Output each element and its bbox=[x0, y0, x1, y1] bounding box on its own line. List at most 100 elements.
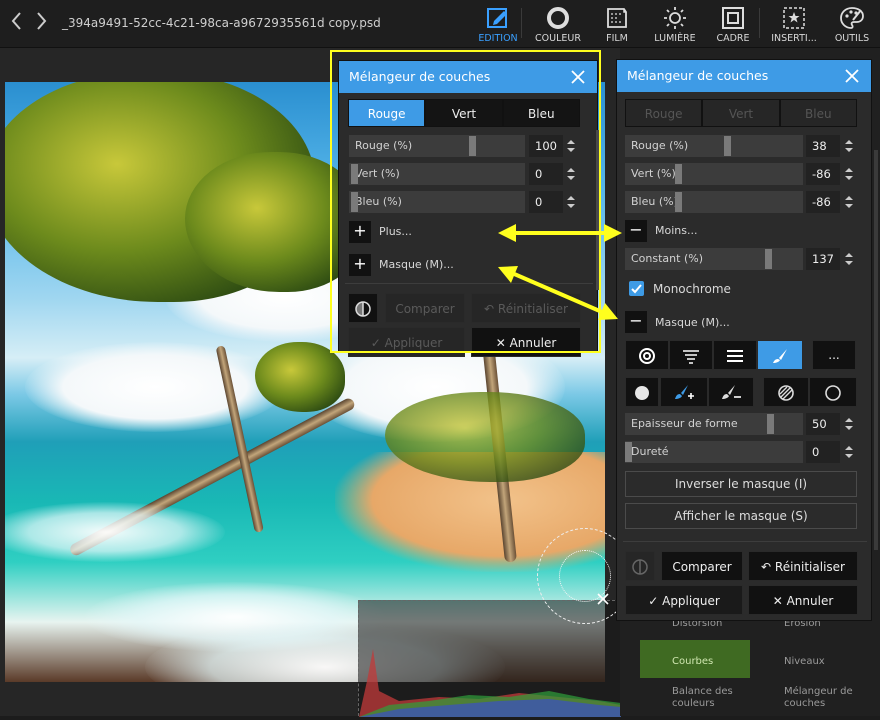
compare-button[interactable]: Comparer bbox=[661, 551, 743, 581]
plus-icon[interactable]: + bbox=[349, 221, 371, 243]
compare-split-button[interactable] bbox=[348, 293, 378, 323]
cancel-button[interactable]: ✕ Annuler bbox=[471, 327, 581, 357]
tab-bleu[interactable]: Bleu bbox=[779, 99, 857, 127]
value-shape-thickness[interactable]: 50 bbox=[806, 413, 840, 435]
compare-split-button[interactable] bbox=[625, 551, 655, 581]
sidebar-item-niveaux[interactable]: Niveaux bbox=[784, 656, 825, 667]
show-mask-button[interactable]: Afficher le masque (S) bbox=[625, 503, 857, 529]
close-icon[interactable] bbox=[843, 67, 861, 85]
brush-remove-button[interactable] bbox=[708, 377, 754, 407]
slider-vert[interactable]: Vert (%) bbox=[349, 163, 525, 185]
slider-thumb[interactable] bbox=[469, 136, 476, 156]
slider-rouge[interactable]: Rouge (%) bbox=[625, 135, 803, 157]
mask-toggle[interactable]: Masque (M)... bbox=[655, 316, 730, 329]
mask-toggle[interactable]: Masque (M)... bbox=[379, 258, 454, 271]
value-rouge[interactable]: 100 bbox=[529, 135, 563, 157]
divider bbox=[623, 541, 867, 542]
spinner-icon[interactable] bbox=[844, 251, 854, 267]
toolbar-separator bbox=[759, 8, 760, 38]
brush-add-button[interactable] bbox=[660, 377, 708, 407]
tool-film[interactable]: FILM bbox=[589, 4, 645, 46]
apply-button[interactable]: ✓ Appliquer bbox=[625, 585, 743, 615]
less-toggle[interactable]: Moins... bbox=[655, 224, 697, 237]
tool-couleur[interactable]: COULEUR bbox=[530, 4, 586, 46]
panel-title: Mélangeur de couches bbox=[617, 60, 871, 92]
slider-thumb[interactable] bbox=[767, 414, 774, 434]
spinner-icon[interactable] bbox=[566, 138, 576, 154]
mask-brush-button[interactable] bbox=[757, 340, 803, 370]
slider-bleu[interactable]: Bleu (%) bbox=[349, 191, 525, 213]
spinner-icon[interactable] bbox=[844, 194, 854, 210]
tool-outils[interactable]: OUTILS bbox=[824, 4, 880, 46]
compare-button[interactable]: Comparer bbox=[385, 293, 465, 323]
slider-hardness[interactable]: Dureté bbox=[625, 441, 803, 463]
tool-cadre[interactable]: CADRE bbox=[705, 4, 761, 46]
tool-lumiere[interactable]: LUMIÈRE bbox=[647, 4, 703, 46]
close-icon[interactable] bbox=[569, 68, 587, 86]
spinner-icon[interactable] bbox=[566, 166, 576, 182]
edit-icon bbox=[487, 8, 507, 28]
sidebar-item-balance[interactable]: Balance des couleurs bbox=[672, 686, 742, 710]
spinner-icon[interactable] bbox=[844, 444, 854, 460]
value-bleu[interactable]: 0 bbox=[529, 191, 563, 213]
brush-center-icon bbox=[597, 593, 609, 605]
apply-button[interactable]: ✓ Appliquer bbox=[348, 327, 465, 357]
slider-thumb[interactable] bbox=[625, 442, 632, 462]
value-rouge[interactable]: 38 bbox=[806, 135, 840, 157]
spinner-icon[interactable] bbox=[844, 138, 854, 154]
brush-fill-button[interactable] bbox=[625, 377, 659, 407]
mask-lines-button[interactable] bbox=[713, 340, 757, 370]
invert-mask-button[interactable]: Inverser le masque (I) bbox=[625, 471, 857, 497]
slider-vert[interactable]: Vert (%) bbox=[625, 163, 803, 185]
more-toggle[interactable]: Plus... bbox=[379, 225, 412, 238]
brush-outline-button[interactable] bbox=[809, 377, 857, 407]
monochrome-checkbox[interactable] bbox=[629, 281, 644, 296]
check-icon: ✓ bbox=[648, 594, 663, 608]
mask-gradient-button[interactable] bbox=[669, 340, 713, 370]
tab-rouge[interactable]: Rouge bbox=[348, 99, 426, 127]
compare-icon bbox=[632, 559, 648, 575]
reset-button[interactable]: ↶ Réinitialiser bbox=[748, 551, 858, 581]
tab-vert[interactable]: Vert bbox=[425, 99, 503, 127]
radial-icon bbox=[639, 348, 655, 364]
tool-edition[interactable]: EDITION bbox=[470, 4, 526, 46]
spinner-icon[interactable] bbox=[844, 166, 854, 182]
mask-radial-button[interactable] bbox=[625, 340, 669, 370]
channel-mixer-panel-expanded: Mélangeur de couches Rouge Vert Bleu Rou… bbox=[616, 59, 872, 621]
slider-thumb[interactable] bbox=[724, 136, 731, 156]
brush-remove-icon bbox=[722, 385, 741, 399]
value-vert[interactable]: 0 bbox=[529, 163, 563, 185]
tab-vert[interactable]: Vert bbox=[702, 99, 780, 127]
slider-shape-thickness[interactable]: Epaisseur de forme bbox=[625, 413, 803, 435]
spinner-icon[interactable] bbox=[566, 194, 576, 210]
circle-icon bbox=[547, 7, 569, 29]
slider-constant[interactable]: Constant (%) bbox=[625, 248, 803, 270]
sidebar-scrollbar[interactable] bbox=[874, 150, 878, 550]
slider-rouge[interactable]: Rouge (%) bbox=[349, 135, 525, 157]
chevron-left-icon[interactable] bbox=[6, 10, 26, 34]
compare-icon bbox=[355, 301, 371, 317]
chevron-right-icon[interactable] bbox=[32, 10, 52, 34]
tool-insertion[interactable]: INSERTI... bbox=[766, 4, 822, 46]
tab-rouge[interactable]: Rouge bbox=[625, 99, 703, 127]
plus-icon[interactable]: + bbox=[349, 254, 371, 276]
brush-icon bbox=[773, 349, 787, 363]
slider-thumb[interactable] bbox=[765, 249, 772, 269]
value-constant[interactable]: 137 bbox=[806, 248, 840, 270]
more-tools-button[interactable]: ... bbox=[812, 340, 856, 370]
value-hardness[interactable]: 0 bbox=[806, 441, 840, 463]
slider-bleu[interactable]: Bleu (%) bbox=[625, 191, 803, 213]
sidebar-item-courbes[interactable]: Courbes bbox=[672, 656, 713, 667]
spinner-icon[interactable] bbox=[844, 416, 854, 432]
reset-icon: ↶ bbox=[761, 560, 775, 574]
slider-thumb[interactable] bbox=[675, 192, 682, 212]
tab-bleu[interactable]: Bleu bbox=[502, 99, 580, 127]
slider-thumb[interactable] bbox=[675, 164, 682, 184]
value-vert[interactable]: -86 bbox=[806, 163, 840, 185]
slider-thumb[interactable] bbox=[351, 164, 358, 184]
slider-thumb[interactable] bbox=[351, 192, 358, 212]
value-bleu[interactable]: -86 bbox=[806, 191, 840, 213]
cancel-button[interactable]: ✕ Annuler bbox=[748, 585, 858, 615]
sidebar-item-melangeur[interactable]: Mélangeur de couches bbox=[784, 686, 864, 710]
brush-pattern-button[interactable] bbox=[763, 377, 809, 407]
